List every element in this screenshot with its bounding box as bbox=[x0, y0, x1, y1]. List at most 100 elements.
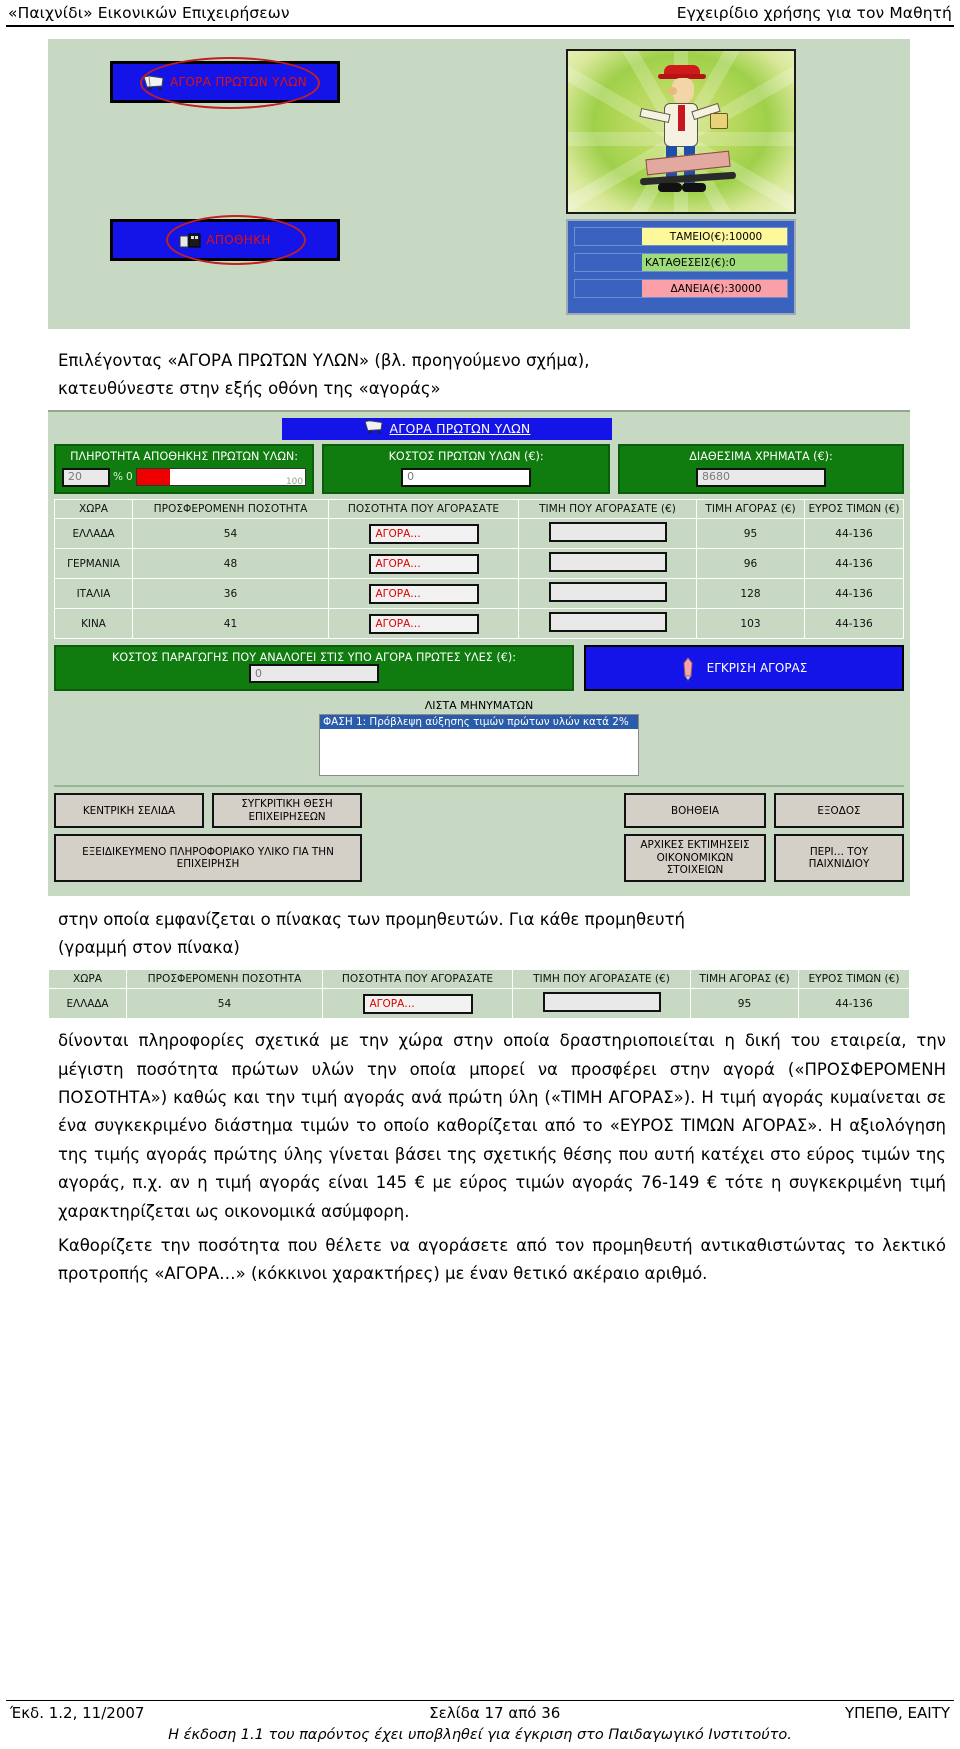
suppliers-table: ΧΩΡΑ ΠΡΟΣΦΕΡΟΜΕΝΗ ΠΟΣΟΤΗΤΑ ΠΟΣΟΤΗΤΑ ΠΟΥ … bbox=[54, 498, 904, 640]
cell-country: ΙΤΑΛΙΑ bbox=[54, 578, 133, 610]
raw-material-cost-label: ΚΟΣΤΟΣ ΠΡΩΤΩΝ ΥΛΩΝ (€): bbox=[388, 449, 544, 463]
screenshot-purchase-screen: ΑΓΟΡΑ ΠΡΩΤΩΝ ΥΛΩΝ ΠΛΗΡΟΤΗΤΑ ΑΠΟΘΗΚΗΣ ΠΡΩ… bbox=[48, 409, 910, 896]
table-row: ΕΛΛΑΔΑ 54 ΑΓΟΡΑ… 95 44-136 bbox=[48, 988, 910, 1020]
paragraph-2-text-a: στην οποία εμφανίζεται ο πίνακας των προ… bbox=[58, 909, 685, 929]
cell-market-price: 128 bbox=[696, 578, 805, 610]
header-divider bbox=[6, 25, 954, 27]
messages-title: ΛΙΣΤΑ ΜΗΝΥΜΑΤΩΝ bbox=[424, 699, 534, 713]
buy-quantity-input[interactable]: ΑΓΟΡΑ… bbox=[362, 993, 473, 1014]
screenshot-table-row-excerpt: ΧΩΡΑ ΠΡΟΣΦΕΡΟΜΕΝΗ ΠΟΣΟΤΗΤΑ ΠΟΣΟΤΗΤΑ ΠΟΥ … bbox=[48, 968, 910, 1020]
approve-purchase-button[interactable]: ΕΓΚΡΙΣΗ ΑΓΟΡΑΣ bbox=[584, 645, 904, 692]
production-cost-value: 0 bbox=[249, 664, 379, 684]
paid-price-field bbox=[548, 552, 667, 573]
percent-symbol: % bbox=[113, 470, 123, 483]
button-home-page[interactable]: ΚΕΝΤΡΙΚΗ ΣΕΛΙΔΑ bbox=[54, 793, 204, 829]
col-header-paid-price: ΤΙΜΗ ΠΟΥ ΑΓΟΡΑΣΑΤΕ (€) bbox=[512, 968, 691, 990]
footer-note: Η έκδοση 1.1 του παρόντος έχει υποβληθεί… bbox=[168, 1727, 792, 1743]
available-money-label: ΔΙΑΘΕΣΙΜΑ ΧΡΗΜΑΤΑ (€): bbox=[689, 449, 833, 463]
table-row: ΙΤΑΛΙΑ 36 ΑΓΟΡΑ… 128 44-136 bbox=[54, 578, 904, 610]
paid-price-field bbox=[548, 522, 667, 543]
table-row: ΕΛΛΑΔΑ 54 ΑΓΟΡΑ… 95 44-136 bbox=[54, 518, 904, 550]
page-header: «Παιχνίδι» Εικονικών Επιχειρήσεων Εγχειρ… bbox=[0, 0, 960, 22]
cell-offered-qty: 54 bbox=[126, 988, 323, 1020]
button-help[interactable]: ΒΟΗΘΕΙΑ bbox=[624, 793, 766, 829]
button-comparative-position[interactable]: ΣΥΓΚΡΙΤΙΚΗ ΘΕΣΗ ΕΠΙΧΕΙΡΗΣΕΩΝ bbox=[212, 793, 362, 829]
cell-buy-input-wrap: ΑΓΟΡΑ… bbox=[322, 988, 513, 1020]
buy-quantity-input[interactable]: ΑΓΟΡΑ… bbox=[368, 523, 479, 544]
table-row: ΚΙΝΑ 41 ΑΓΟΡΑ… 103 44-136 bbox=[54, 608, 904, 640]
button-specialized-info[interactable]: ΕΞΕΙΔΙΚΕΥΜΕΝΟ ΠΛΗΡΟΦΟΡΙΑΚΟ ΥΛΙΚΟ ΓΙΑ ΤΗΝ… bbox=[54, 834, 362, 882]
col-header-bought-qty: ΠΟΣΟΤΗΤΑ ΠΟΥ ΑΓΟΡΑΣΑΤΕ bbox=[322, 968, 513, 990]
cell-market-price: 95 bbox=[696, 518, 805, 550]
paragraph-1-line-1: Επιλέγοντας «ΑΓΟΡΑ ΠΡΩΤΩΝ ΥΛΩΝ» (βλ. προ… bbox=[0, 347, 960, 375]
col-header-offered: ΠΡΟΣΦΕΡΟΜΕΝΗ ΠΟΣΟΤΗΤΑ bbox=[126, 968, 323, 990]
paid-price-field bbox=[548, 582, 667, 603]
footer-organization: ΥΠΕΠΘ, ΕΑΙΤΥ bbox=[844, 1704, 950, 1722]
button-about-game[interactable]: ΠΕΡΙ… ΤΟΥ ΠΑΙΧΝΙΔΙΟΥ bbox=[774, 834, 904, 882]
buy-quantity-input[interactable]: ΑΓΟΡΑ… bbox=[368, 553, 479, 574]
col-header-market-price: ΤΙΜΗ ΑΓΟΡΑΣ (€) bbox=[690, 968, 799, 990]
col-header-offered: ΠΡΟΣΦΕΡΟΜΕΝΗ ΠΟΣΟΤΗΤΑ bbox=[132, 498, 329, 520]
nav-button-warehouse[interactable]: ΑΠΟΘΗΚΗ bbox=[110, 219, 340, 261]
col-header-market-price: ΤΙΜΗ ΑΓΟΡΑΣ (€) bbox=[696, 498, 805, 520]
button-exit[interactable]: ΕΞΟΔΟΣ bbox=[774, 793, 904, 829]
cell-price-range: 44-136 bbox=[804, 578, 904, 610]
cell-price-range: 44-136 bbox=[804, 548, 904, 580]
fullness-progress-bar: 100 bbox=[135, 468, 307, 487]
paid-price-field bbox=[548, 612, 667, 633]
cell-offered-qty: 48 bbox=[132, 548, 329, 580]
purchase-screen-title: ΑΓΟΡΑ ΠΡΩΤΩΝ ΥΛΩΝ bbox=[389, 421, 531, 437]
cell-offered-qty: 54 bbox=[132, 518, 329, 550]
gauge-max-label: 100 bbox=[285, 477, 304, 487]
cell-buy-input-wrap: ΑΓΟΡΑ… bbox=[328, 548, 519, 580]
paragraph-2-text-b: (γραμμή στον πίνακα) bbox=[58, 938, 240, 958]
bottom-button-bar: ΚΕΝΤΡΙΚΗ ΣΕΛΙΔΑ ΣΥΓΚΡΙΤΙΚΗ ΘΕΣΗ ΕΠΙΧΕΙΡΗ… bbox=[54, 785, 904, 882]
paragraph-1-line-2: κατευθύνεστε στην εξής οθόνη της «αγοράς… bbox=[0, 375, 960, 403]
money-status-panel: ΤΑΜΕΙΟ(€):10000 ΚΑΤΑΘΕΣΕΙΣ(€):0 ΔΑΝΕΙΑ(€… bbox=[566, 219, 796, 315]
cell-market-price: 103 bbox=[696, 608, 805, 640]
messages-list[interactable]: ΦΑΣΗ 1: Πρόβλεψη αύξησης τιμών πρώτων υλ… bbox=[319, 714, 639, 777]
nav-button-label: ΑΓΟΡΑ ΠΡΩΤΩΝ ΥΛΩΝ bbox=[169, 75, 308, 89]
list-item[interactable]: ΦΑΣΗ 1: Πρόβλεψη αύξησης τιμών πρώτων υλ… bbox=[320, 715, 638, 730]
footer-divider bbox=[6, 1700, 954, 1701]
col-header-price-range: ΕΥΡΟΣ ΤΙΜΩΝ (€) bbox=[804, 498, 904, 520]
footer-page-number: Σελίδα 17 από 36 bbox=[429, 1704, 561, 1722]
gauge-min-label: 0 bbox=[125, 470, 133, 483]
cell-country: ΓΕΡΜΑΝΙΑ bbox=[54, 548, 133, 580]
status-row-loans: ΔΑΝΕΙΑ(€):30000 bbox=[574, 279, 788, 298]
cell-paid-price-wrap bbox=[518, 578, 697, 610]
warehouse-fullness-value: 20 bbox=[62, 467, 110, 487]
cell-price-range: 44-136 bbox=[804, 518, 904, 550]
raw-material-cost-box: ΚΟΣΤΟΣ ΠΡΩΤΩΝ ΥΛΩΝ (€): 0 bbox=[322, 443, 611, 494]
warehouse-fullness-box: ΠΛΗΡΟΤΗΤΑ ΑΠΟΘΗΚΗΣ ΠΡΩΤΩΝ ΥΛΩΝ: 20 % 0 1… bbox=[54, 443, 315, 494]
bottom-button-row-1: ΚΕΝΤΡΙΚΗ ΣΕΛΙΔΑ ΣΥΓΚΡΙΤΙΚΗ ΘΕΣΗ ΕΠΙΧΕΙΡΗ… bbox=[54, 793, 904, 829]
cell-paid-price-wrap bbox=[518, 608, 697, 640]
paragraph-1-text-b: κατευθύνεστε στην εξής οθόνη της «αγοράς… bbox=[58, 379, 441, 399]
purchase-screen-title-bar: ΑΓΟΡΑ ΠΡΩΤΩΝ ΥΛΩΝ bbox=[282, 417, 612, 440]
cell-paid-price-wrap bbox=[512, 988, 691, 1020]
cell-paid-price-wrap bbox=[518, 548, 697, 580]
pen-icon bbox=[681, 657, 695, 682]
status-deposits-value: ΚΑΤΑΘΕΣΕΙΣ(€):0 bbox=[642, 254, 787, 271]
cell-offered-qty: 41 bbox=[132, 608, 329, 640]
cell-country: ΚΙΝΑ bbox=[54, 608, 133, 640]
cell-country: ΕΛΛΑΔΑ bbox=[54, 518, 133, 550]
production-cost-box: ΚΟΣΤΟΣ ΠΑΡΑΓΩΓΗΣ ΠΟΥ ΑΝΑΛΟΓΕΙ ΣΤΙΣ ΥΠΟ Α… bbox=[54, 645, 574, 692]
purchase-top-indicators: ΠΛΗΡΟΤΗΤΑ ΑΠΟΘΗΚΗΣ ΠΡΩΤΩΝ ΥΛΩΝ: 20 % 0 1… bbox=[54, 443, 904, 494]
warehouse-fullness-label: ΠΛΗΡΟΤΗΤΑ ΑΠΟΘΗΚΗΣ ΠΡΩΤΩΝ ΥΛΩΝ: bbox=[70, 449, 299, 463]
status-row-deposits: ΚΑΤΑΘΕΣΕΙΣ(€):0 bbox=[574, 253, 788, 272]
buy-quantity-input[interactable]: ΑΓΟΡΑ… bbox=[368, 583, 479, 604]
production-cost-row: ΚΟΣΤΟΣ ΠΑΡΑΓΩΓΗΣ ΠΟΥ ΑΝΑΛΟΓΕΙ ΣΤΙΣ ΥΠΟ Α… bbox=[54, 645, 904, 692]
cart-icon bbox=[364, 419, 384, 438]
cell-market-price: 95 bbox=[690, 988, 799, 1020]
col-header-price-range: ΕΥΡΟΣ ΤΙΜΩΝ (€) bbox=[798, 968, 910, 990]
cell-buy-input-wrap: ΑΓΟΡΑ… bbox=[328, 608, 519, 640]
buy-quantity-input[interactable]: ΑΓΟΡΑ… bbox=[368, 613, 479, 634]
nav-button-buy-raw-materials[interactable]: ΑΓΟΡΑ ΠΡΩΤΩΝ ΥΛΩΝ bbox=[110, 61, 340, 103]
cell-buy-input-wrap: ΑΓΟΡΑ… bbox=[328, 518, 519, 550]
header-right-text: Εγχειρίδιο χρήσης για τον Μαθητή bbox=[676, 4, 952, 22]
available-money-value: 8680 bbox=[696, 467, 827, 487]
fullness-progress-fill bbox=[136, 469, 171, 486]
mascot-illustration bbox=[566, 49, 796, 214]
button-initial-estimates[interactable]: ΑΡΧΙΚΕΣ ΕΚΤΙΜΗΣΕΙΣ ΟΙΚΟΝΟΜΙΚΩΝ ΣΤΟΙΧΕΙΩΝ bbox=[624, 834, 766, 882]
